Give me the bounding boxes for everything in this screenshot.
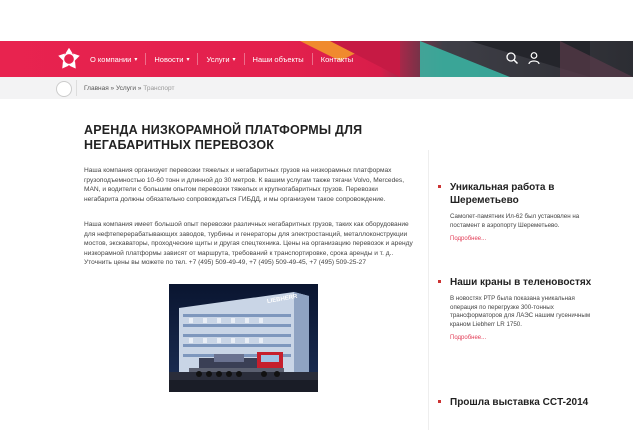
bullet-icon bbox=[438, 280, 441, 283]
nav-divider bbox=[145, 53, 147, 65]
chevron-down-icon: ▾ bbox=[186, 56, 190, 63]
news-title[interactable]: Уникальная работа в Шереметьево bbox=[450, 181, 600, 207]
news-title[interactable]: Прошла выставка CCT-2014 bbox=[450, 396, 600, 409]
company-logo-icon[interactable] bbox=[58, 48, 80, 70]
main-nav: О компании ▾ Новости ▾ Услуги ▾ Наши объект… bbox=[90, 41, 353, 77]
breadcrumb-services-link[interactable]: Услуги bbox=[116, 85, 136, 92]
news-item: Наши краны в теленовостях В новостях РТР… bbox=[438, 276, 600, 341]
news-title[interactable]: Наши краны в теленовостях bbox=[450, 276, 600, 289]
news-item: Прошла выставка CCT-2014 bbox=[438, 396, 600, 409]
nav-item-services[interactable]: Услуги ▾ bbox=[206, 55, 235, 64]
news-item: Уникальная работа в Шереметьево Самолет-… bbox=[438, 181, 600, 242]
news-text: Самолет-памятник Ил-62 был установлен на… bbox=[450, 213, 580, 229]
news-text: В новостях РТР была показана уникальная … bbox=[450, 295, 591, 328]
breadcrumb-divider bbox=[76, 80, 77, 96]
nav-item-about[interactable]: О компании ▾ bbox=[90, 55, 137, 64]
breadcrumb: Главная » Услуги » Транспорт bbox=[84, 85, 174, 92]
page-title: АРЕНДА НИЗКОРАМНОЙ ПЛАТФОРМЫ ДЛЯ НЕГАБАР… bbox=[84, 123, 363, 152]
nav-item-news[interactable]: Новости ▾ bbox=[154, 55, 189, 64]
chevron-down-icon: ▾ bbox=[134, 56, 138, 63]
nav-divider bbox=[197, 53, 199, 65]
nav-item-contacts[interactable]: Контакты bbox=[321, 55, 353, 64]
chevron-down-icon: ▾ bbox=[232, 56, 236, 63]
bullet-icon bbox=[438, 400, 441, 403]
search-icon[interactable] bbox=[505, 51, 519, 65]
nav-divider bbox=[311, 53, 313, 65]
details-paragraph: Наша компания имеет большой опыт перевоз… bbox=[84, 221, 413, 267]
bullet-icon bbox=[438, 185, 441, 188]
breadcrumb-separator: » bbox=[108, 85, 116, 92]
read-more-link[interactable]: Подробнее... bbox=[450, 236, 600, 242]
nav-divider bbox=[243, 53, 245, 65]
read-more-link[interactable]: Подробнее... bbox=[450, 335, 600, 341]
sidebar-divider bbox=[428, 150, 429, 430]
user-icon[interactable] bbox=[527, 51, 541, 65]
home-icon[interactable] bbox=[56, 81, 72, 97]
nav-item-objects[interactable]: Наши объекты bbox=[253, 55, 304, 64]
intro-paragraph: Наша компания организует перевозки тяжел… bbox=[84, 167, 405, 203]
breadcrumb-home-link[interactable]: Главная bbox=[84, 85, 109, 92]
transport-photo: LIEBHERR bbox=[169, 284, 318, 392]
breadcrumb-current: Транспорт bbox=[143, 85, 175, 92]
